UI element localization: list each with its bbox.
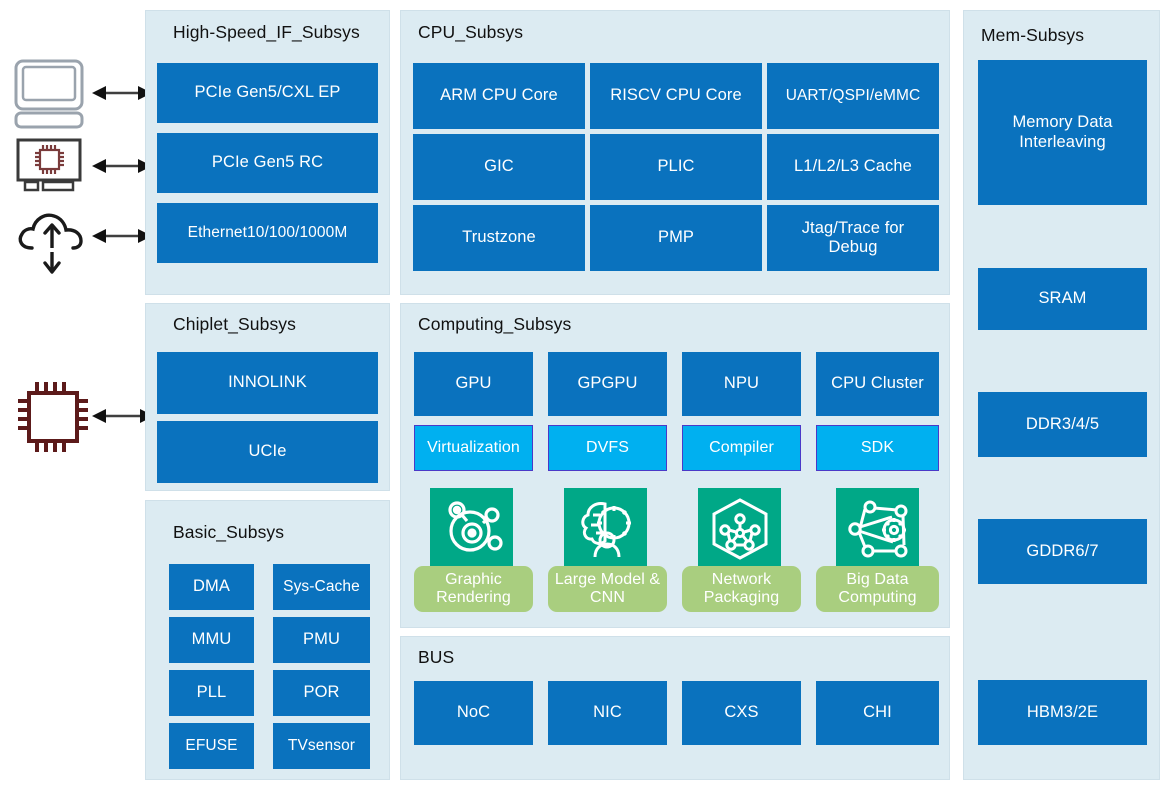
large-model-cnn-icon <box>564 488 647 570</box>
block-l1-l2-l3-cache[interactable]: L1/L2/L3 Cache <box>767 134 939 200</box>
arrow-cloud-to-ethernet <box>92 225 152 247</box>
panel-title-basic: Basic_Subsys <box>173 522 285 542</box>
arrow-card-to-pcie-rc <box>92 155 152 177</box>
panel-title-chiplet: Chiplet_Subsys <box>173 314 296 334</box>
block-ethernet[interactable]: Ethernet10/100/1000M <box>157 203 378 263</box>
panel-title-high-speed-if: High-Speed_IF_Subsys <box>173 22 360 42</box>
block-cpu-cluster[interactable]: CPU Cluster <box>816 352 939 416</box>
big-data-computing-icon <box>836 488 919 570</box>
block-dma[interactable]: DMA <box>169 564 254 610</box>
block-sys-cache[interactable]: Sys-Cache <box>273 564 370 610</box>
block-hbm[interactable]: HBM3/2E <box>978 680 1147 745</box>
panel-title-mem: Mem-Subsys <box>981 25 1085 45</box>
block-plic[interactable]: PLIC <box>590 134 762 200</box>
block-efuse[interactable]: EFUSE <box>169 723 254 769</box>
block-por[interactable]: POR <box>273 670 370 716</box>
block-mmu[interactable]: MMU <box>169 617 254 663</box>
block-sdk[interactable]: SDK <box>816 425 939 471</box>
block-ddr[interactable]: DDR3/4/5 <box>978 392 1147 457</box>
workload-label-network-packaging: Network Packaging <box>682 566 801 612</box>
block-compiler[interactable]: Compiler <box>682 425 801 471</box>
diagram-canvas: High-Speed_IF_Subsys PCIe Gen5/CXL EP PC… <box>0 0 1170 798</box>
block-innolink[interactable]: INNOLINK <box>157 352 378 414</box>
block-pcie-gen5-cxl-ep[interactable]: PCIe Gen5/CXL EP <box>157 63 378 123</box>
chiplet-die-icon <box>14 378 92 456</box>
block-gpu[interactable]: GPU <box>414 352 533 416</box>
block-virtualization[interactable]: Virtualization <box>414 425 533 471</box>
block-uart-qspi-emmc[interactable]: UART/QSPI/eMMC <box>767 63 939 129</box>
block-gic[interactable]: GIC <box>413 134 585 200</box>
block-chi[interactable]: CHI <box>816 681 939 745</box>
block-pmu[interactable]: PMU <box>273 617 370 663</box>
panel-title-computing: Computing_Subsys <box>418 314 572 334</box>
block-jtag-trace-debug[interactable]: Jtag/Trace for Debug <box>767 205 939 271</box>
block-cxs[interactable]: CXS <box>682 681 801 745</box>
block-pcie-gen5-rc[interactable]: PCIe Gen5 RC <box>157 133 378 193</box>
cloud-updown-icon <box>12 200 92 280</box>
block-pmp[interactable]: PMP <box>590 205 762 271</box>
panel-title-bus: BUS <box>418 647 455 667</box>
block-riscv-cpu-core[interactable]: RISCV CPU Core <box>590 63 762 129</box>
block-arm-cpu-core[interactable]: ARM CPU Core <box>413 63 585 129</box>
computer-monitor-icon <box>12 58 88 130</box>
block-memory-data-interleaving[interactable]: Memory Data Interleaving <box>978 60 1147 205</box>
block-pll[interactable]: PLL <box>169 670 254 716</box>
block-dvfs[interactable]: DVFS <box>548 425 667 471</box>
block-trustzone[interactable]: Trustzone <box>413 205 585 271</box>
workload-label-large-model-cnn: Large Model & CNN <box>548 566 667 612</box>
block-gpgpu[interactable]: GPGPU <box>548 352 667 416</box>
block-gddr[interactable]: GDDR6/7 <box>978 519 1147 584</box>
block-noc[interactable]: NoC <box>414 681 533 745</box>
pcie-card-chip-icon <box>15 138 87 194</box>
arrow-monitor-to-pcie-ep <box>92 82 152 104</box>
workload-label-big-data-computing: Big Data Computing <box>816 566 939 612</box>
panel-title-cpu: CPU_Subsys <box>418 22 524 42</box>
block-ucie[interactable]: UCIe <box>157 421 378 483</box>
network-packaging-icon <box>698 488 781 570</box>
graphic-rendering-icon <box>430 488 513 570</box>
block-npu[interactable]: NPU <box>682 352 801 416</box>
block-nic[interactable]: NIC <box>548 681 667 745</box>
block-tvsensor[interactable]: TVsensor <box>273 723 370 769</box>
workload-label-graphic-rendering: Graphic Rendering <box>414 566 533 612</box>
block-sram[interactable]: SRAM <box>978 268 1147 330</box>
